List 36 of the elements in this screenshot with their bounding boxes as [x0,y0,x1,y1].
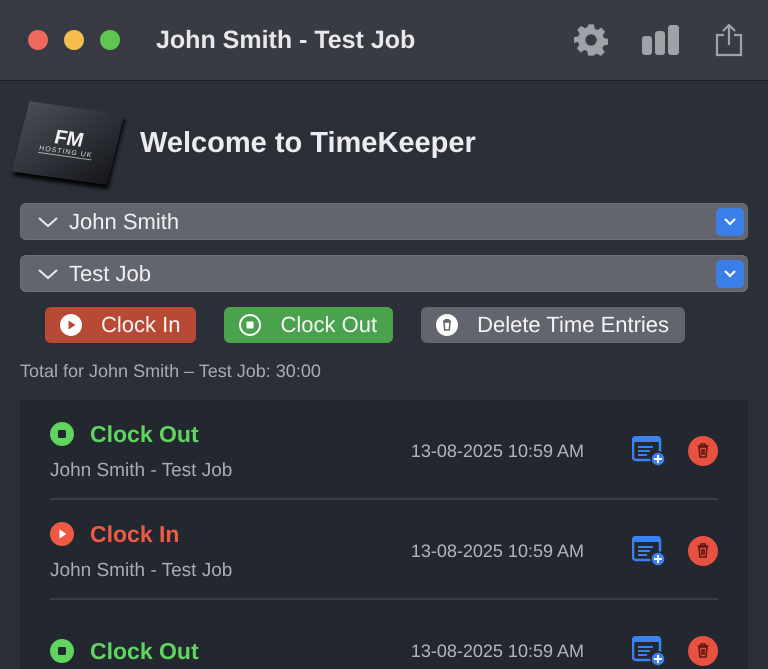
clock-out-button[interactable]: Clock Out [224,307,394,343]
settings-icon[interactable] [574,23,608,57]
entry-subtitle: John Smith - Test Job [50,460,234,482]
delete-button[interactable]: Delete Time Entries [421,307,686,343]
entry-subtitle: John Smith - Test Job [50,560,234,582]
stop-icon [50,639,74,663]
chevron-icon [37,216,59,228]
play-icon [59,313,83,337]
stop-icon [238,313,262,337]
add-note-icon[interactable] [632,536,666,566]
stop-icon [50,422,74,446]
entry-timestamp: 13-08-2025 10:59 AM [410,540,584,562]
add-note-icon[interactable] [632,436,666,466]
entry-timestamp: 13-08-2025 10:59 AM [410,640,584,662]
window-title: John Smith - Test Job [156,26,416,54]
bar-chart-icon[interactable] [642,25,680,55]
zoom-button[interactable] [100,30,120,50]
chevron-icon [37,268,59,280]
entry-title: Clock Out [90,420,199,448]
add-note-icon[interactable] [632,636,666,666]
dropdown[interactable]: Test Job [20,255,748,292]
delete-icon[interactable] [688,636,718,666]
dropdown[interactable]: John Smith [20,203,748,240]
entry-title: Clock In [90,520,180,548]
delete-icon[interactable] [688,536,718,566]
clock-in-button[interactable]: Clock In [45,307,196,343]
close-button[interactable] [28,30,48,50]
total-label: Total for John Smith – Test Job: 30:00 [20,361,322,382]
trash-icon [435,313,460,337]
entry-title: Clock Out [90,638,199,664]
play-icon [50,522,74,546]
minimize-button[interactable] [64,30,84,50]
entry-timestamp: 13-08-2025 10:59 AM [410,440,584,462]
welcome-heading: Welcome to TimeKeeper [140,126,476,160]
share-icon[interactable] [714,23,744,57]
delete-icon[interactable] [688,436,718,466]
